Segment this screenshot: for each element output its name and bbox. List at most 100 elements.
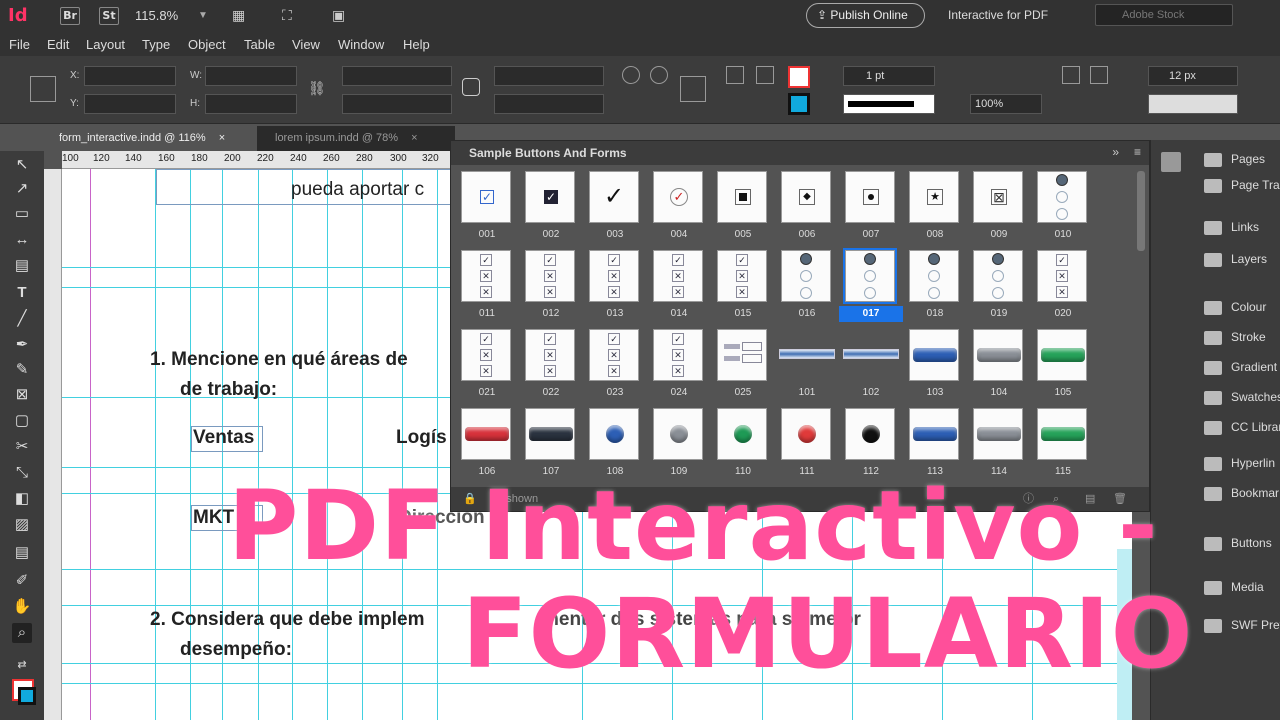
close-icon[interactable]: ×	[219, 132, 225, 144]
button-sample-101[interactable]: 101	[775, 325, 839, 404]
search-icon[interactable]: ⌕	[1053, 487, 1059, 511]
zoom-tool-icon[interactable]: ⌕	[12, 623, 32, 643]
new-item-icon[interactable]: ▤	[1085, 487, 1095, 511]
panel-tab-layers[interactable]: Layers	[1204, 252, 1267, 267]
panel-tab-gradient[interactable]: Gradient	[1204, 360, 1277, 375]
menu-type[interactable]: Type	[142, 37, 170, 52]
button-sample-025[interactable]: 025	[711, 325, 775, 404]
button-sample-014[interactable]: ✓ ✕ ✕ 014	[647, 246, 711, 325]
opacity-field[interactable]: 100%	[970, 94, 1042, 114]
button-sample-109[interactable]: 109	[647, 404, 711, 483]
panel-tab-buttons[interactable]: Buttons	[1204, 536, 1272, 551]
menu-edit[interactable]: Edit	[47, 37, 69, 52]
button-sample-004[interactable]: ✓ 004	[647, 167, 711, 246]
panel-tab-swf-prev[interactable]: SWF Prev	[1204, 618, 1280, 633]
free-transform-tool-icon[interactable]: ⤡	[12, 463, 32, 483]
rotate-cw-icon[interactable]	[622, 66, 640, 84]
button-sample-113[interactable]: 113	[903, 404, 967, 483]
button-sample-019[interactable]: 019	[967, 246, 1031, 325]
text-wrap-icon[interactable]	[680, 76, 706, 102]
menu-view[interactable]: View	[292, 37, 320, 52]
publish-online-button[interactable]: ⇪ Publish Online	[806, 3, 925, 28]
x-field[interactable]	[84, 66, 176, 86]
button-sample-024[interactable]: ✓ ✕ ✕ 024	[647, 325, 711, 404]
direct-selection-tool-icon[interactable]: ↗	[12, 179, 32, 199]
screen-mode-icon[interactable]: ⛶	[282, 7, 292, 24]
reference-point-icon[interactable]	[30, 76, 56, 102]
stroke-color-icon[interactable]	[18, 687, 36, 705]
libraries-icon[interactable]	[1161, 152, 1181, 172]
gradient-feather-tool-icon[interactable]: ▨	[12, 515, 32, 535]
menu-file[interactable]: File	[9, 37, 30, 52]
delete-icon[interactable]: 🗑	[1113, 487, 1127, 511]
panel-tab-links[interactable]: Links	[1204, 220, 1259, 235]
scale-x-field[interactable]	[342, 66, 452, 86]
button-sample-111[interactable]: 111	[775, 404, 839, 483]
button-sample-007[interactable]: 007	[839, 167, 903, 246]
arrange-documents-icon[interactable]: ▣	[332, 7, 345, 24]
button-sample-001[interactable]: ✓ 001	[455, 167, 519, 246]
gap-tool-icon[interactable]: ↔	[12, 230, 32, 250]
panel-menu-icon[interactable]: ≡	[1134, 145, 1141, 159]
panel-tab-cc-librar[interactable]: CC Librar	[1204, 420, 1280, 435]
link-scale-icon[interactable]	[462, 78, 480, 96]
button-sample-104[interactable]: 104	[967, 325, 1031, 404]
adobe-stock-search[interactable]: Adobe Stock	[1095, 4, 1233, 26]
selection-tool-icon[interactable]: ↖	[12, 155, 32, 175]
distribute-icon[interactable]	[756, 66, 774, 84]
button-sample-009[interactable]: ⊠ 009	[967, 167, 1031, 246]
button-sample-021[interactable]: ✓ ✕ ✕ 021	[455, 325, 519, 404]
scrollbar[interactable]	[1137, 171, 1145, 251]
lock-icon[interactable]: 🔒	[463, 487, 477, 511]
panel-tab-swatches[interactable]: Swatches	[1204, 390, 1280, 405]
stroke-type-dropdown[interactable]	[843, 94, 935, 114]
button-sample-018[interactable]: 018	[903, 246, 967, 325]
note-tool-icon[interactable]: ▤	[12, 543, 32, 563]
info-icon[interactable]: ⓘ	[1023, 487, 1034, 511]
pen-tool-icon[interactable]: ✒	[12, 335, 32, 355]
button-sample-005[interactable]: 005	[711, 167, 775, 246]
hand-tool-icon[interactable]: ✋	[12, 597, 32, 617]
button-sample-011[interactable]: ✓ ✕ ✕ 011	[455, 246, 519, 325]
type-tool-icon[interactable]: T	[12, 283, 32, 303]
tab-form-interactive[interactable]: form_interactive.indd @ 116% ×	[45, 126, 257, 151]
button-sample-114[interactable]: 114	[967, 404, 1031, 483]
panel-title[interactable]: Sample Buttons And Forms	[451, 141, 1149, 165]
eyedropper-tool-icon[interactable]: ✐	[12, 571, 32, 591]
rotation-field[interactable]	[494, 66, 604, 86]
button-sample-016[interactable]: 016	[775, 246, 839, 325]
constrain-proportions-icon[interactable]: ⛓	[308, 80, 326, 98]
button-sample-008[interactable]: ★ 008	[903, 167, 967, 246]
button-sample-108[interactable]: 108	[583, 404, 647, 483]
button-sample-003[interactable]: ✓ 003	[583, 167, 647, 246]
menu-window[interactable]: Window	[338, 37, 384, 52]
menu-layout[interactable]: Layout	[86, 37, 125, 52]
zoom-level[interactable]: 115.8%	[135, 8, 178, 23]
rectangle-tool-icon[interactable]: ▢	[12, 411, 32, 431]
shear-field[interactable]	[494, 94, 604, 114]
view-options-icon[interactable]: ▦	[232, 7, 245, 24]
align-icon[interactable]	[726, 66, 744, 84]
panel-tab-page-tra[interactable]: Page Tra	[1204, 178, 1280, 193]
rotate-ccw-icon[interactable]	[650, 66, 668, 84]
button-sample-012[interactable]: ✓ ✕ ✕ 012	[519, 246, 583, 325]
font-size-field[interactable]: 12 px	[1148, 66, 1238, 86]
menu-object[interactable]: Object	[188, 37, 226, 52]
chevron-down-icon[interactable]: ▼	[198, 10, 208, 21]
content-collector-icon[interactable]: ▤	[12, 256, 32, 276]
button-sample-006[interactable]: ◆ 006	[775, 167, 839, 246]
page-tool-icon[interactable]: ▭	[12, 204, 32, 224]
tab-lorem-ipsum[interactable]: lorem ipsum.indd @ 78% ×	[261, 126, 451, 151]
stroke-weight-field[interactable]: 1 pt	[843, 66, 935, 86]
swap-colors-icon[interactable]: ⇄	[12, 655, 32, 675]
bridge-button[interactable]: Br	[60, 7, 80, 25]
panel-tab-colour[interactable]: Colour	[1204, 300, 1266, 315]
pencil-tool-icon[interactable]: ✎	[12, 360, 32, 380]
button-sample-105[interactable]: 105	[1031, 325, 1095, 404]
line-tool-icon[interactable]: ╱	[12, 309, 32, 329]
button-sample-013[interactable]: ✓ ✕ ✕ 013	[583, 246, 647, 325]
close-icon[interactable]: ×	[411, 132, 417, 144]
panel-tab-media[interactable]: Media	[1204, 580, 1264, 595]
rectangle-frame-tool-icon[interactable]: ⊠	[12, 385, 32, 405]
scissors-tool-icon[interactable]: ✂	[12, 437, 32, 457]
